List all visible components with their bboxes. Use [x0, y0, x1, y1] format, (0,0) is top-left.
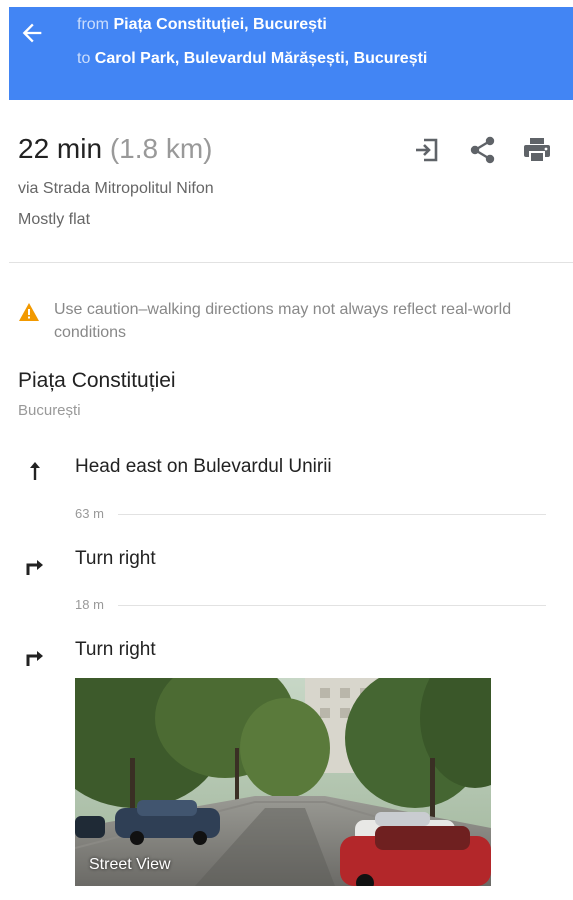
origin-name: Piața Constituției — [18, 369, 176, 392]
elevation-note: Mostly flat — [18, 211, 91, 228]
to-place: Carol Park, Bulevardul Mărășești, Bucure… — [94, 50, 428, 67]
distance-value: (1.8 km) — [109, 133, 213, 164]
street-view-thumbnail[interactable]: Street View — [75, 678, 491, 886]
route-to[interactable]: to Carol Park, Bulevardul Mărășești, Buc… — [77, 50, 427, 68]
back-arrow-icon[interactable] — [18, 19, 46, 47]
step-instruction[interactable]: Turn right — [75, 548, 156, 570]
turn-right-icon — [22, 553, 48, 579]
step-distance: 63 m — [75, 506, 104, 521]
from-place: Piața Constituției, București — [113, 16, 327, 33]
print-icon[interactable] — [520, 133, 554, 167]
directions-header: from Piața Constituției, București to Ca… — [9, 7, 573, 100]
caution-text: Use caution–walking directions may not a… — [54, 301, 512, 341]
route-actions — [410, 133, 560, 167]
step-separator — [118, 605, 546, 606]
step-instruction[interactable]: Turn right — [75, 639, 156, 661]
street-view-image — [75, 678, 491, 886]
step-distance: 18 m — [75, 597, 104, 612]
share-icon[interactable] — [466, 133, 500, 167]
send-to-device-icon[interactable] — [410, 133, 444, 167]
warning-icon — [18, 302, 40, 322]
to-prefix: to — [77, 50, 91, 67]
turn-right-icon — [22, 644, 48, 670]
from-prefix: from — [77, 16, 109, 33]
summary-divider — [9, 262, 573, 263]
via-route: via Strada Mitropolitul Nifon — [18, 180, 214, 197]
arrow-up-icon — [22, 458, 48, 484]
duration-value: 22 min — [18, 133, 103, 164]
step-instruction[interactable]: Head east on Bulevardul Unirii — [75, 456, 332, 478]
street-view-label: Street View — [89, 856, 171, 873]
origin-city: București — [18, 402, 81, 419]
route-from[interactable]: from Piața Constituției, București — [77, 16, 327, 34]
step-separator — [118, 514, 546, 515]
